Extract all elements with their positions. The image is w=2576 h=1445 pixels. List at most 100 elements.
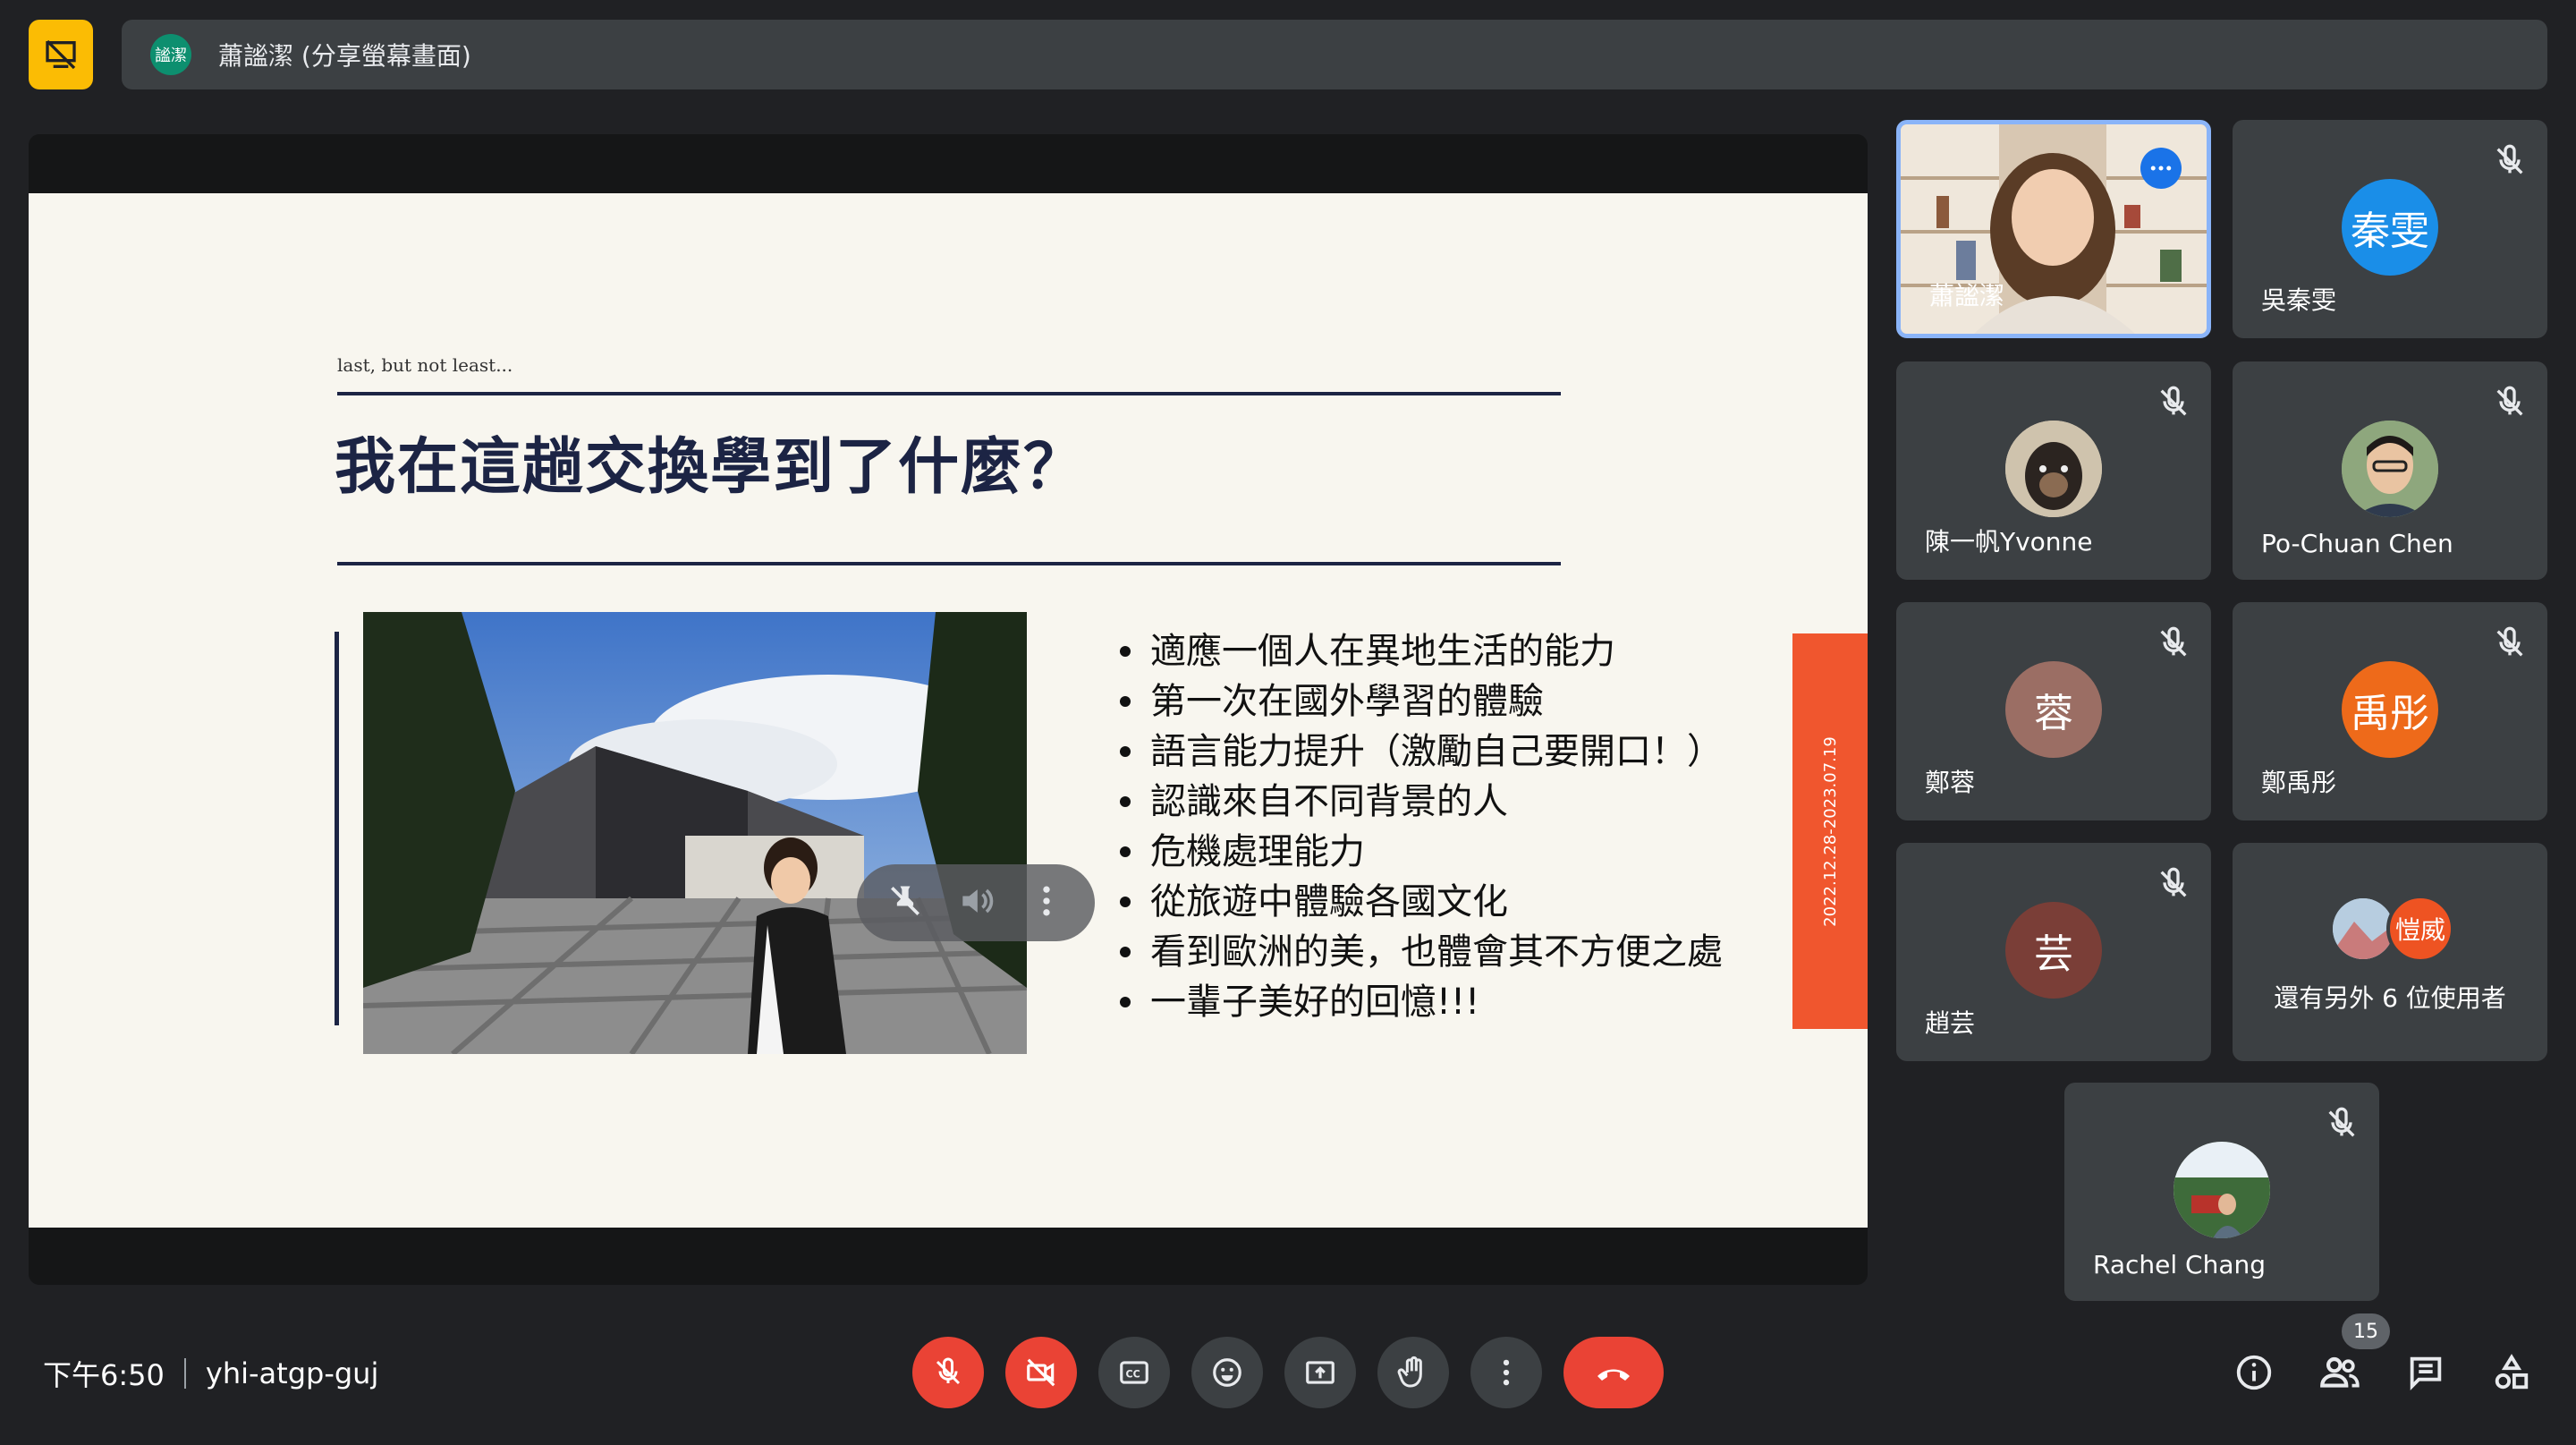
call-end-icon <box>1597 1369 1630 1381</box>
participant-name: Rachel Chang <box>2093 1250 2267 1279</box>
participant-tile[interactable]: Po-Chuan Chen <box>2233 361 2547 580</box>
participant-name: 趙芸 <box>1925 1008 1976 1038</box>
participant-tile[interactable]: Rachel Chang <box>2064 1083 2379 1301</box>
participant-name: 鄭禹彤 <box>2261 768 2337 797</box>
list-item: 危機處理能力 <box>1120 827 1723 877</box>
mic-off-icon <box>2160 867 2187 897</box>
mic-off-icon <box>2496 386 2523 416</box>
raise-hand-button[interactable] <box>1377 1337 1449 1408</box>
participant-tile-self[interactable]: 蕭謐潔 <box>1896 120 2211 338</box>
chat-button[interactable] <box>2401 1347 2451 1398</box>
participant-name: 吳秦雯 <box>2261 285 2337 315</box>
other-participants-avatars: 愷威 <box>2333 895 2458 963</box>
volume-icon <box>962 888 994 914</box>
slide-photo <box>363 612 1027 1054</box>
list-item: 適應一個人在異地生活的能力 <box>1120 626 1723 676</box>
list-item: 語言能力提升（激勵自己要開口！） <box>1120 727 1723 777</box>
landscape-photo <box>2333 898 2394 959</box>
slide-date-band: 2022.12.28-2023.07.19 <box>1792 633 1868 1029</box>
meeting-details: 下午6:50 yhi-atgp-guj <box>43 1353 378 1394</box>
mic-off-icon <box>936 1357 961 1385</box>
reactions-button[interactable] <box>1191 1337 1263 1408</box>
participant-name: 蕭謐潔 <box>1929 281 2005 310</box>
participant-tile[interactable]: 芸 趙芸 <box>1896 843 2211 1061</box>
participant-tile[interactable]: 秦雯 吳秦雯 <box>2233 120 2547 338</box>
presentation-slide: last, but not least... 我在這趟交換學到了什麼？ 適應一個… <box>29 193 1868 1228</box>
captions-button[interactable]: CC <box>1098 1337 1170 1408</box>
avatar: 禹彤 <box>2342 661 2438 758</box>
participant-name: 陳一帆Yvonne <box>1925 527 2093 557</box>
camera-off-icon <box>1027 1358 1055 1387</box>
presenter-title: 蕭謐潔 (分享螢幕畫面) <box>218 41 471 71</box>
more-vert-icon <box>1043 886 1050 916</box>
raise-hand-icon <box>1397 1356 1422 1388</box>
other-participants-tile[interactable]: 愷威 還有另外 6 位使用者 <box>2233 843 2547 1061</box>
person-photo <box>2342 421 2438 517</box>
avatar <box>2005 421 2102 517</box>
slide-heading: 我在這趟交換學到了什麼？ <box>335 432 1087 503</box>
activities-button[interactable] <box>2487 1347 2537 1398</box>
participant-name: Po-Chuan Chen <box>2261 529 2453 558</box>
pin-off-button[interactable] <box>886 881 925 924</box>
slide-bullet-list: 適應一個人在異地生活的能力 第一次在國外學習的體驗 語言能力提升（激勵自己要開口… <box>1120 626 1723 1027</box>
activities-icon <box>2495 1354 2529 1390</box>
chat-icon <box>2410 1356 2442 1390</box>
camera-toggle-button[interactable] <box>1005 1337 1077 1408</box>
mic-off-icon <box>2328 1107 2355 1137</box>
captions-icon: CC <box>1120 1361 1148 1384</box>
participant-tile[interactable]: 禹彤 鄭禹彤 <box>2233 602 2547 820</box>
show-everyone-button[interactable] <box>2315 1347 2365 1398</box>
tile-more-options-button[interactable] <box>1027 881 1066 924</box>
tile-hover-controls <box>857 864 1095 941</box>
avatar <box>2174 1142 2270 1238</box>
participant-tile[interactable]: 陳一帆Yvonne <box>1896 361 2211 580</box>
present-icon <box>1306 1361 1335 1384</box>
mic-off-icon <box>2496 626 2523 657</box>
presenter-bar: 謐潔 蕭謐潔 (分享螢幕畫面) <box>122 20 2547 89</box>
avatar: 秦雯 <box>2342 179 2438 276</box>
more-options-button[interactable] <box>1470 1337 1542 1408</box>
person-photo <box>2174 1142 2270 1238</box>
pin-off-icon <box>890 886 919 916</box>
present-now-button[interactable] <box>1284 1337 1356 1408</box>
campus-photo <box>363 612 1027 1054</box>
meeting-details-button[interactable] <box>2229 1347 2279 1398</box>
clock: 下午6:50 <box>43 1358 165 1392</box>
presentation-layout-button[interactable] <box>29 20 93 89</box>
slide-divider <box>337 562 1561 565</box>
other-participants-label: 還有另外 6 位使用者 <box>2274 983 2506 1013</box>
avatar <box>2333 898 2394 959</box>
people-icon <box>2320 1356 2360 1388</box>
avatar: 愷威 <box>2386 895 2454 963</box>
list-item: 認識來自不同背景的人 <box>1120 777 1723 827</box>
info-icon <box>2236 1355 2272 1390</box>
participant-tile[interactable]: 蓉 鄭蓉 <box>1896 602 2211 820</box>
presentation-icon <box>46 39 76 70</box>
list-item: 從旅遊中體驗各國文化 <box>1120 877 1723 927</box>
tile-more-button[interactable] <box>2140 148 2182 189</box>
mic-off-icon <box>2496 144 2523 174</box>
mic-off-icon <box>2160 626 2187 657</box>
divider <box>183 1358 186 1389</box>
slide-date-text: 2022.12.28-2023.07.19 <box>1820 735 1840 927</box>
shared-screen: last, but not least... 我在這趟交換學到了什麼？ 適應一個… <box>29 134 1868 1285</box>
volume-button[interactable] <box>956 881 996 924</box>
avatar <box>2342 421 2438 517</box>
avatar: 芸 <box>2005 902 2102 999</box>
slide-divider <box>337 392 1561 395</box>
participants-count-badge: 15 <box>2342 1313 2390 1349</box>
avatar: 蓉 <box>2005 661 2102 758</box>
leave-call-button[interactable] <box>1563 1337 1664 1408</box>
emoji-icon <box>1213 1358 1241 1387</box>
slide-kicker: last, but not least... <box>337 354 513 376</box>
list-item: 第一次在國外學習的體驗 <box>1120 676 1723 727</box>
dog-photo <box>2005 421 2102 517</box>
participant-name: 鄭蓉 <box>1925 768 1976 797</box>
svg-text:CC: CC <box>1126 1369 1140 1381</box>
list-item: 一輩子美好的回憶!!! <box>1120 977 1723 1027</box>
mic-toggle-button[interactable] <box>912 1337 984 1408</box>
mic-off-icon <box>2160 386 2187 416</box>
meeting-code: yhi-atgp-guj <box>205 1356 379 1390</box>
presenter-avatar: 謐潔 <box>150 34 191 75</box>
list-item: 看到歐洲的美，也體會其不方便之處 <box>1120 927 1723 977</box>
